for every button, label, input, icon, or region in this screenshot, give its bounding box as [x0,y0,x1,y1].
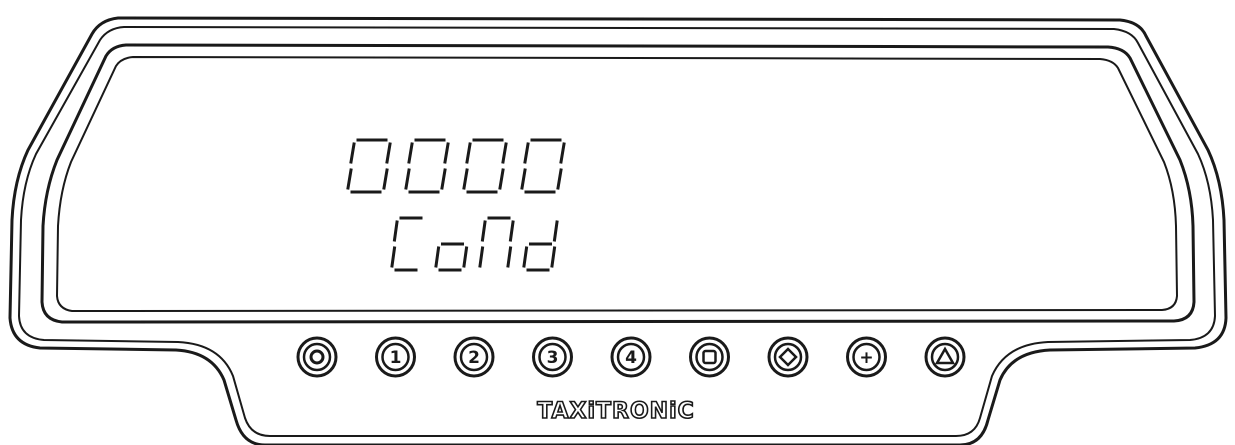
key-0-button[interactable] [296,336,338,378]
display-window [55,55,1179,313]
key-square-button[interactable] [689,336,730,378]
digit-4-icon: 4 [625,348,637,368]
key-diamond-button[interactable] [767,336,809,378]
key-cap [302,342,332,372]
digit-3-icon: 3 [547,348,559,368]
plus-icon: + [859,348,873,368]
key-triangle-button[interactable] [924,336,966,378]
key-3-button[interactable]: 3 [532,336,573,378]
key-cap [695,342,724,372]
key-2-button[interactable]: 2 [453,336,495,378]
digit-2-icon: 2 [468,348,480,368]
key-4-button[interactable]: 4 [610,336,652,378]
key-plus-button[interactable]: + [846,336,887,378]
digit-1-icon: 1 [390,348,402,368]
key-1-button[interactable]: 1 [375,336,416,378]
keypad: 1 2 3 4 + [296,336,966,378]
taximeter-device: 1 2 3 4 + TAXiTRONiC [8,16,1228,445]
brand-logo: TAXiTRONiC [537,399,695,424]
